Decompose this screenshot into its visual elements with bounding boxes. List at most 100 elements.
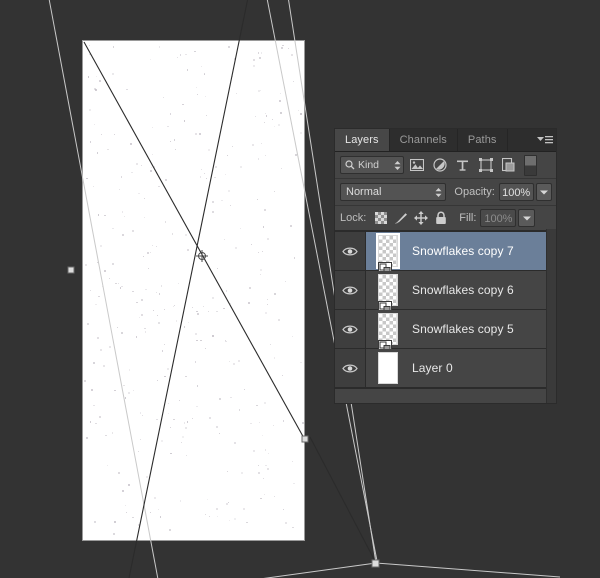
table-row[interactable]: Snowflakes copy 5	[335, 310, 556, 353]
filter-kind-select[interactable]: Kind	[340, 156, 404, 174]
snowflake-dot	[108, 346, 111, 349]
lock-image-pixels-button[interactable]	[391, 209, 411, 227]
opacity-label: Opacity:	[454, 186, 495, 198]
snowflake-dot	[248, 302, 250, 305]
filter-adjustment-layers-button[interactable]	[429, 155, 450, 175]
snowflake-dot	[196, 93, 199, 95]
snowflake-dot	[113, 533, 116, 535]
lock-all-button[interactable]	[431, 209, 451, 227]
layer-visibility-toggle[interactable]	[335, 271, 366, 309]
snowflake-dot	[100, 245, 102, 247]
snowflake-dot	[262, 477, 264, 480]
table-row[interactable]: Snowflakes copy 6	[335, 271, 556, 314]
table-row[interactable]: Layer 0	[335, 349, 556, 388]
snowflake-dot	[243, 389, 246, 391]
layer-visibility-toggle[interactable]	[335, 349, 366, 387]
layer-list-scrollbar[interactable]	[546, 229, 556, 403]
fill-dropdown-button[interactable]	[518, 209, 536, 227]
snowflake-dot	[227, 501, 229, 503]
layer-name[interactable]: Snowflakes copy 6	[410, 283, 556, 297]
snowflake-dot	[280, 167, 282, 169]
snowflake-dot	[229, 205, 231, 207]
blend-opacity-row[interactable]: Normal Opacity: 100%	[335, 179, 556, 206]
snowflake-dot	[173, 306, 175, 308]
snowflake-dot	[199, 176, 201, 178]
fill-label: Fill:	[459, 212, 477, 224]
layer-filter-row[interactable]: Kind	[335, 152, 556, 179]
filter-shape-layers-button[interactable]	[475, 155, 496, 175]
snowflake-dot	[114, 390, 116, 392]
document-canvas[interactable]	[83, 41, 304, 540]
snowflake-dot	[183, 120, 186, 122]
layer-thumbnail-cell[interactable]	[366, 233, 410, 275]
snowflake-dot	[86, 178, 88, 180]
panel-tab-strip[interactable]: Layers Channels Paths	[335, 129, 556, 152]
eye-icon	[342, 364, 358, 372]
layer-thumbnail-cell[interactable]	[366, 313, 410, 353]
snowflake-dot	[278, 124, 281, 126]
filter-type-layers-button[interactable]	[452, 155, 473, 175]
opacity-input[interactable]: 100%	[498, 183, 534, 201]
snowflake-dot	[211, 211, 214, 213]
snowflake-dot	[167, 126, 169, 128]
snowflake-dot	[267, 238, 270, 241]
snowflake-dot	[182, 103, 184, 106]
filter-smart-object-layers-button[interactable]	[498, 155, 519, 175]
snowflake-dot	[268, 452, 270, 454]
snowflake-dot	[252, 144, 255, 147]
layer-visibility-toggle[interactable]	[335, 310, 366, 348]
transform-edge-bottom	[263, 562, 377, 578]
layer-name[interactable]: Layer 0	[410, 361, 556, 375]
fill-input[interactable]: 100%	[480, 209, 517, 227]
snowflake-dot	[186, 421, 189, 423]
snowflake-dot	[258, 471, 260, 474]
opacity-dropdown-button[interactable]	[535, 183, 552, 201]
snowflake-dot	[274, 496, 276, 498]
filter-pixel-layers-button[interactable]	[406, 155, 427, 175]
snowflake-dot	[158, 321, 161, 324]
snowflake-dot	[93, 124, 95, 126]
snowflake-dot	[272, 119, 274, 121]
tab-strip-spacer	[507, 129, 534, 151]
snowflake-dot	[112, 432, 114, 434]
snowflake-dot	[234, 441, 237, 444]
blend-mode-select[interactable]: Normal	[340, 183, 447, 201]
chevron-down-icon	[539, 190, 548, 194]
tab-channels[interactable]: Channels	[389, 129, 458, 151]
layer-list[interactable]: Snowflakes copy 7 Snowflakes copy 6 Snow…	[335, 231, 556, 388]
snowflake-dot	[184, 426, 187, 429]
snowflake-dot	[258, 421, 261, 424]
checkerboard-icon	[375, 212, 388, 224]
snowflake-dot	[216, 267, 219, 269]
layers-panel[interactable]: Layers Channels Paths Kind Normal Opacit…	[334, 128, 557, 404]
tab-layers[interactable]: Layers	[335, 129, 390, 151]
snowflake-dot	[266, 303, 268, 306]
snowflake-dot	[257, 465, 260, 467]
layer-visibility-toggle[interactable]	[335, 232, 366, 270]
snowflake-dot	[89, 44, 91, 47]
layer-thumbnail-cell[interactable]	[366, 352, 410, 384]
layer-name[interactable]: Snowflakes copy 7	[410, 244, 556, 258]
filter-enable-toggle[interactable]	[524, 154, 537, 176]
snowflake-dot	[117, 471, 120, 474]
snowflake-dot	[158, 427, 160, 430]
snowflake-dot	[128, 484, 130, 486]
snowflake-dot	[84, 264, 87, 267]
snowflake-dot	[122, 211, 124, 213]
snowflake-dot	[100, 134, 103, 136]
snowflake-dot	[144, 198, 146, 200]
layer-name[interactable]: Snowflakes copy 5	[410, 322, 556, 336]
tab-paths[interactable]: Paths	[457, 129, 508, 151]
lock-fill-row[interactable]: Lock: Fill: 100%	[335, 206, 556, 231]
table-row[interactable]: Snowflakes copy 7	[335, 232, 556, 275]
snowflake-dot	[207, 148, 210, 151]
snowflake-dot	[92, 185, 94, 187]
layer-thumbnail-cell[interactable]	[366, 274, 410, 314]
snowflake-dot	[257, 198, 259, 200]
lock-transparent-pixels-button[interactable]	[371, 209, 391, 227]
lock-position-button[interactable]	[411, 209, 431, 227]
panel-menu-button[interactable]	[534, 129, 556, 151]
snowflake-dot	[87, 76, 90, 78]
snowflake-dot	[139, 316, 141, 319]
snowflake-dot	[113, 133, 115, 136]
